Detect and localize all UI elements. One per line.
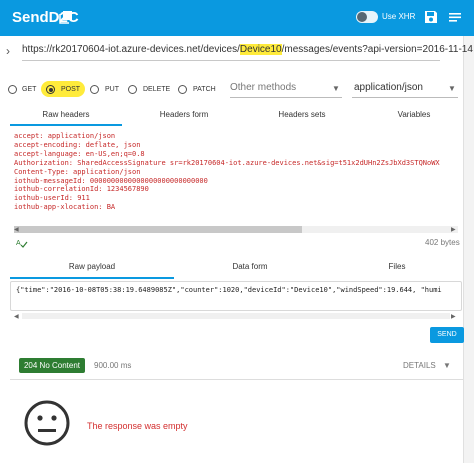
url-device-highlight: Device10: [239, 44, 282, 55]
content-type-select[interactable]: application/json: [354, 82, 423, 93]
menu-icon[interactable]: [448, 10, 462, 24]
radio-post[interactable]: [46, 85, 55, 94]
tab-data-form[interactable]: Data form: [172, 262, 328, 271]
neutral-face-icon: [24, 400, 70, 446]
header-line: iothub-userId: 911: [14, 194, 90, 203]
use-xhr-toggle[interactable]: [356, 11, 378, 23]
header-line: accept-language: en-US,en;q=0.8: [14, 149, 145, 158]
header-line: iothub-messageId: 0000000000000000000000…: [14, 176, 208, 185]
url-input[interactable]: https://rk20170604-iot.azure-devices.net…: [22, 44, 473, 55]
status-badge: 204 No Content: [19, 358, 85, 373]
svg-text:A: A: [16, 240, 21, 247]
empty-response-message: The response was empty: [87, 421, 188, 431]
scroll-right-icon[interactable]: ▶: [451, 313, 456, 320]
radio-delete-label: DELETE: [143, 86, 171, 93]
other-methods-select[interactable]: Other methods: [230, 82, 296, 93]
response-divider: [10, 379, 463, 380]
toggle-knob: [357, 12, 367, 22]
tab-indicator: [10, 277, 174, 279]
scroll-right-icon[interactable]: ▶: [451, 226, 456, 233]
header-line: iothub-app-xlocation: BA: [14, 203, 116, 212]
payload-scroll-track[interactable]: [22, 313, 450, 319]
tab-headers-sets[interactable]: Headers sets: [244, 110, 360, 119]
raw-headers-editor[interactable]: accept: application/json accept-encoding:…: [14, 132, 440, 212]
header-line: Authorization: SharedAccessSignature sr=…: [14, 158, 440, 167]
chevron-down-icon[interactable]: ▼: [443, 361, 451, 370]
save-icon[interactable]: [424, 10, 438, 24]
radio-get[interactable]: [8, 85, 17, 94]
url-prefix: https://rk20170604-iot.azure-devices.net…: [22, 44, 240, 55]
content-type-underline: [352, 97, 458, 98]
url-suffix: /messages/events?api-version=2016-11-14: [281, 44, 473, 55]
radio-patch-label: PATCH: [193, 86, 216, 93]
chevron-down-icon: ▼: [448, 84, 456, 93]
radio-patch[interactable]: [178, 85, 187, 94]
radio-put-label: PUT: [105, 86, 119, 93]
url-expand-icon[interactable]: ›: [6, 44, 10, 58]
details-button[interactable]: DETAILS: [403, 361, 436, 370]
tab-raw-payload[interactable]: Raw payload: [10, 262, 174, 271]
radio-delete[interactable]: [128, 85, 137, 94]
headers-size: 402 bytes: [425, 238, 460, 247]
header-line: accept: application/json: [14, 132, 116, 140]
other-methods-underline: [230, 97, 342, 98]
scroll-left-icon[interactable]: ◀: [14, 226, 19, 233]
use-xhr-label: Use XHR: [382, 12, 416, 21]
tab-raw-headers[interactable]: Raw headers: [10, 110, 122, 119]
radio-put[interactable]: [90, 85, 99, 94]
side-scrollbar[interactable]: [463, 36, 474, 463]
header-line: accept-encoding: deflate, json: [14, 140, 141, 149]
scroll-left-icon[interactable]: ◀: [14, 313, 19, 320]
send-button[interactable]: SEND: [430, 327, 464, 343]
spellcheck-icon[interactable]: A: [16, 238, 28, 248]
radio-get-label: GET: [22, 86, 37, 93]
payload-text: {"time":"2016-10-08T05:38:19.6489085Z","…: [16, 286, 442, 294]
copy-icon[interactable]: [59, 10, 73, 24]
url-underline: [22, 60, 440, 61]
tab-indicator: [10, 124, 122, 126]
tab-variables[interactable]: Variables: [356, 110, 472, 119]
tab-files[interactable]: Files: [320, 262, 474, 271]
chevron-down-icon: ▼: [332, 84, 340, 93]
app-bar: SendD2C Use XHR: [0, 0, 474, 36]
headers-scroll-thumb[interactable]: [14, 226, 302, 233]
radio-post-label: POST: [61, 86, 81, 93]
header-line: iothub-correlationId: 1234567890: [14, 185, 149, 194]
response-time: 900.00 ms: [94, 361, 132, 370]
tab-headers-form[interactable]: Headers form: [126, 110, 242, 119]
header-line: Content-Type: application/json: [14, 167, 141, 176]
